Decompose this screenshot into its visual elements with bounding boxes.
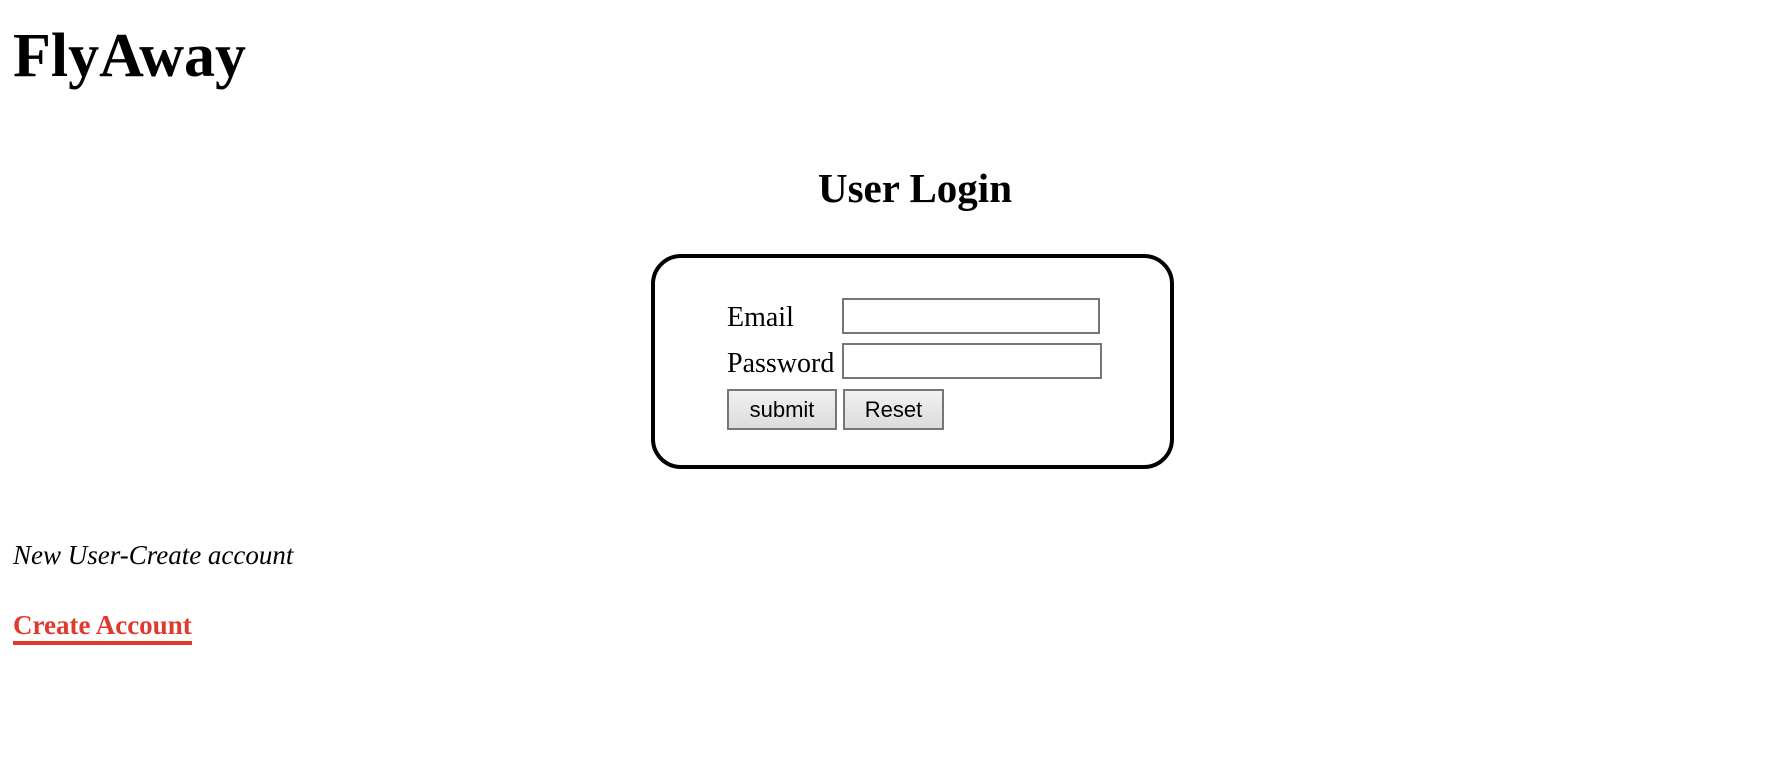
password-label: Password [727,348,835,379]
app-title: FlyAway [13,22,247,90]
email-label: Email [727,302,794,333]
password-input[interactable] [842,343,1102,379]
email-input[interactable] [842,298,1100,334]
submit-button[interactable]: submit [727,389,837,430]
reset-button[interactable]: Reset [843,389,944,430]
login-heading: User Login [817,165,1012,211]
create-account-link[interactable]: Create Account [13,610,192,645]
new-user-prompt: New User-Create account [13,540,294,570]
login-form: Email Password submit Reset [651,254,1174,469]
